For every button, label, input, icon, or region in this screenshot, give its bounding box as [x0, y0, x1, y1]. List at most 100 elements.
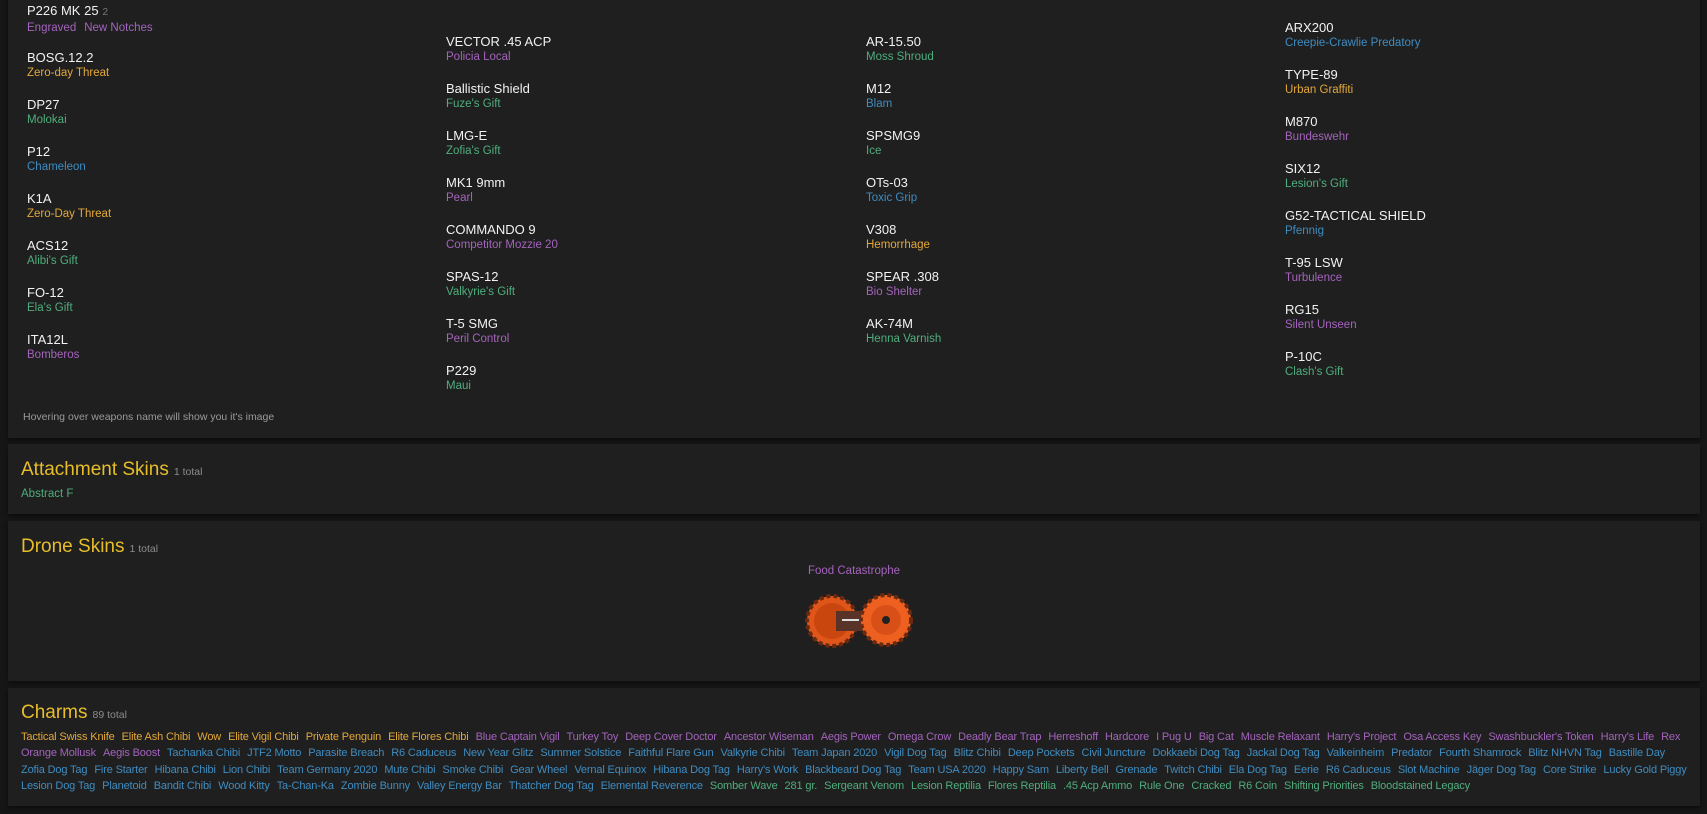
weapon-name-text[interactable]: TYPE-89 — [1285, 67, 1338, 82]
weapon-name-text[interactable]: AR-15.50 — [866, 34, 921, 49]
weapon-skins: Toxic Grip — [866, 191, 1266, 206]
weapon-name[interactable]: V308 — [866, 222, 1266, 238]
weapon-name[interactable]: T-5 SMG — [446, 316, 846, 332]
weapon-name-text[interactable]: RG15 — [1285, 302, 1319, 317]
weapon-name[interactable]: P12 — [27, 144, 427, 160]
weapon-skins: Urban Graffiti — [1285, 83, 1685, 98]
weapon-name[interactable]: ARX200 — [1285, 20, 1685, 36]
weapon-name[interactable]: M12 — [866, 81, 1266, 97]
charm-item: Valley Energy Bar — [417, 780, 502, 793]
weapon-name-text[interactable]: P229 — [446, 363, 476, 378]
charm-item: Harry's Project — [1326, 731, 1397, 743]
weapon-name-text[interactable]: OTs-03 — [866, 175, 908, 190]
weapon-name[interactable]: LMG-E — [446, 128, 846, 144]
weapon-name[interactable]: TYPE-89 — [1285, 67, 1685, 83]
skin-name: Zero-day Threat — [27, 67, 110, 79]
weapon-name-text[interactable]: COMMANDO 9 — [446, 222, 536, 237]
weapon-name-text[interactable]: FO-12 — [27, 285, 64, 300]
weapon-name-text[interactable]: SPEAR .308 — [866, 269, 939, 284]
charm-item: Team Germany 2020 — [277, 763, 378, 776]
weapon-name-text[interactable]: ARX200 — [1285, 20, 1333, 35]
weapon-name[interactable]: SPAS-12 — [446, 269, 846, 285]
weapon-name-text[interactable]: BOSG.12.2 — [27, 50, 93, 65]
skin-name: Clash's Gift — [1285, 366, 1344, 378]
charm-item: Big Cat — [1198, 731, 1234, 743]
charm-item: Gear Wheel — [510, 763, 568, 776]
weapon-name-text[interactable]: V308 — [866, 222, 896, 237]
weapon-name[interactable]: ITA12L — [27, 332, 427, 348]
weapon-name[interactable]: RG15 — [1285, 302, 1685, 318]
charm-item: Tactical Swiss Knife — [21, 731, 115, 743]
weapon-name-text[interactable]: P-10C — [1285, 349, 1322, 364]
weapon-name[interactable]: AK-74M — [866, 316, 1266, 332]
weapon-name[interactable]: T-95 LSW — [1285, 255, 1685, 271]
weapon-name[interactable]: FO-12 — [27, 285, 427, 301]
weapon-name[interactable]: K1A — [27, 191, 427, 207]
weapon-name[interactable]: G52-TACTICAL SHIELD — [1285, 208, 1685, 224]
weapon-name[interactable]: OTs-03 — [866, 175, 1266, 191]
weapon-skins: Henna Varnish — [866, 332, 1266, 347]
weapon-entry: G52-TACTICAL SHIELD Pfennig — [1285, 208, 1685, 255]
charm-item: Core Strike — [1543, 763, 1597, 776]
weapon-name[interactable]: DP27 — [27, 97, 427, 113]
charm-item: Hardcore — [1105, 731, 1150, 743]
charm-item: R6 Caduceus — [1325, 763, 1391, 776]
charm-item: Valkeinheim — [1326, 747, 1385, 760]
weapon-name-text[interactable]: SIX12 — [1285, 161, 1320, 176]
charm-item: Faithful Flare Gun — [628, 747, 714, 760]
weapon-entry: ACS12 Alibi's Gift — [27, 238, 427, 285]
weapon-name-text[interactable]: T-95 LSW — [1285, 255, 1343, 270]
weapon-name-text[interactable]: VECTOR .45 ACP — [446, 34, 551, 49]
weapon-skins: SnakeskinMaestro's Gift — [446, 0, 846, 2]
skin-name: Pearl — [446, 192, 473, 204]
weapon-name[interactable]: P226 MK 25 2 — [27, 3, 427, 21]
weapon-name-text[interactable]: P12 — [27, 144, 50, 159]
weapon-name[interactable]: COMMANDO 9 — [446, 222, 846, 238]
weapon-name[interactable]: SPSMG9 — [866, 128, 1266, 144]
weapon-name-text[interactable]: K1A — [27, 191, 52, 206]
skin-name: Policia Local — [446, 51, 511, 63]
drone-skin-name[interactable]: Food Catastrophe — [8, 565, 1700, 577]
weapon-skins: Zero-Day Threat — [27, 207, 427, 222]
attachment-skin-item[interactable]: Abstract F — [21, 488, 73, 500]
weapon-name[interactable]: SIX12 — [1285, 161, 1685, 177]
charm-item: Smoke Chibi — [442, 763, 504, 776]
charm-item: Valkyrie Chibi — [720, 747, 785, 760]
weapon-entry: MK1 9mm Pearl — [446, 175, 846, 222]
weapon-name-text[interactable]: LMG-E — [446, 128, 487, 143]
weapon-name[interactable]: VECTOR .45 ACP — [446, 34, 846, 50]
weapon-name-text[interactable]: SPAS-12 — [446, 269, 499, 284]
weapon-name-text[interactable]: M870 — [1285, 114, 1318, 129]
weapon-name[interactable]: ACS12 — [27, 238, 427, 254]
weapon-name[interactable]: P229 — [446, 363, 846, 379]
weapon-name-text[interactable]: T-5 SMG — [446, 316, 498, 331]
weapon-name[interactable]: P-10C — [1285, 349, 1685, 365]
charm-item: Fourth Shamrock — [1439, 747, 1522, 760]
weapon-name[interactable]: M870 — [1285, 114, 1685, 130]
weapon-skins: Valkyrie's Gift — [446, 285, 846, 300]
weapon-name-text[interactable]: MK1 9mm — [446, 175, 505, 190]
weapon-skins: Maui — [446, 379, 846, 394]
weapon-name-text[interactable]: DP27 — [27, 97, 60, 112]
weapon-name-text[interactable]: M12 — [866, 81, 891, 96]
skin-name: Maui — [446, 380, 471, 392]
weapon-name-text[interactable]: ACS12 — [27, 238, 68, 253]
weapon-name[interactable]: Ballistic Shield — [446, 81, 846, 97]
weapon-name-text[interactable]: AK-74M — [866, 316, 913, 331]
weapon-name-text[interactable]: SPSMG9 — [866, 128, 920, 143]
weapon-name[interactable]: AR-15.50 — [866, 34, 1266, 50]
weapon-name[interactable]: MK1 9mm — [446, 175, 846, 191]
weapon-name[interactable]: BOSG.12.2 — [27, 50, 427, 66]
weapon-name-text[interactable]: P226 MK 25 — [27, 3, 99, 18]
weapon-name[interactable]: SPEAR .308 — [866, 269, 1266, 285]
weapon-name-text[interactable]: ITA12L — [27, 332, 68, 347]
weapon-name-text[interactable]: G52-TACTICAL SHIELD — [1285, 208, 1426, 223]
weapon-entry: T-95 LSW Turbulence — [1285, 255, 1685, 302]
charm-item: Harry's Life — [1600, 731, 1655, 743]
charm-item: Orange Mollusk — [21, 747, 96, 760]
charm-item: Lion Chibi — [222, 763, 271, 776]
charm-item: Ta-Chan-Ka — [276, 780, 334, 793]
weapon-entry: RG15 Silent Unseen — [1285, 302, 1685, 349]
weapon-skins: Pearl — [446, 191, 846, 206]
weapon-name-text[interactable]: Ballistic Shield — [446, 81, 530, 96]
